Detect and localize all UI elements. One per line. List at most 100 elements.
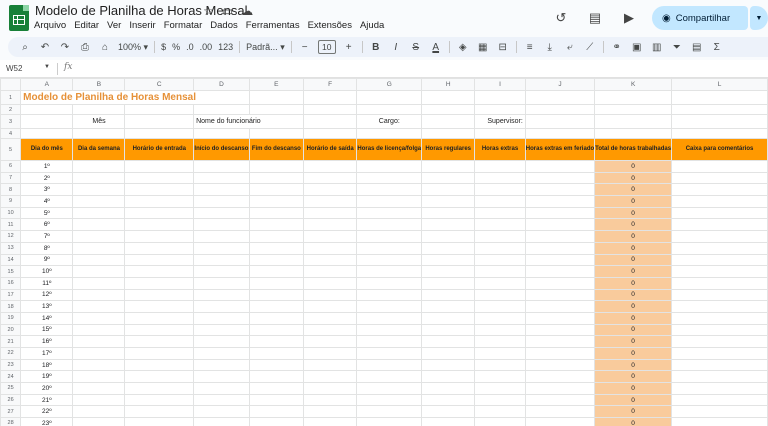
cell[interactable] <box>524 206 596 220</box>
cell[interactable] <box>671 104 768 115</box>
comment-cell[interactable] <box>671 160 768 173</box>
role-label[interactable]: Cargo: <box>356 114 423 129</box>
cell[interactable] <box>193 382 250 395</box>
cell[interactable] <box>193 323 250 337</box>
cell[interactable] <box>524 335 596 348</box>
cell[interactable] <box>124 265 195 278</box>
cell[interactable] <box>421 393 476 407</box>
cell[interactable] <box>20 104 74 115</box>
cell[interactable] <box>474 104 526 115</box>
comment-cell[interactable] <box>671 358 768 372</box>
cell[interactable] <box>193 265 250 278</box>
cell[interactable] <box>72 230 126 243</box>
cell[interactable] <box>421 382 476 395</box>
header-weekday[interactable]: Dia da semana <box>72 138 126 161</box>
cell[interactable] <box>302 230 358 243</box>
cell[interactable] <box>193 195 250 208</box>
day-cell[interactable]: 2º <box>20 171 74 185</box>
comments-icon[interactable]: ▤ <box>584 7 606 29</box>
cell[interactable] <box>474 128 526 139</box>
cell[interactable] <box>421 323 476 337</box>
search-menus-icon[interactable]: ⌕ <box>18 37 32 57</box>
cell[interactable] <box>594 114 673 129</box>
vertical-align-icon[interactable]: ⤓ <box>543 37 557 57</box>
row-header[interactable]: 18 <box>0 300 22 313</box>
cell[interactable] <box>124 370 195 384</box>
currency-button[interactable]: $ <box>161 37 166 57</box>
comment-cell[interactable] <box>671 276 768 290</box>
cell[interactable] <box>248 405 304 419</box>
cell[interactable] <box>124 171 195 185</box>
cell[interactable] <box>356 370 423 384</box>
cell[interactable] <box>248 300 304 313</box>
cell[interactable] <box>474 347 526 360</box>
header-holiday-overtime[interactable]: Horas extras em feriado <box>524 138 596 161</box>
comment-cell[interactable] <box>671 183 768 197</box>
cell[interactable] <box>356 195 423 208</box>
total-hours-cell[interactable]: 0 <box>594 311 673 325</box>
cell[interactable] <box>248 183 304 197</box>
cell[interactable] <box>72 323 126 337</box>
total-hours-cell[interactable]: 0 <box>594 300 673 313</box>
cell[interactable] <box>124 288 195 302</box>
cell[interactable] <box>524 358 596 372</box>
cell[interactable] <box>421 358 476 372</box>
cell[interactable] <box>124 405 195 419</box>
day-cell[interactable]: 13º <box>20 300 74 313</box>
cell[interactable] <box>248 90 304 105</box>
day-cell[interactable]: 11º <box>20 276 74 290</box>
cell[interactable] <box>193 335 250 348</box>
cell[interactable] <box>671 90 768 105</box>
cell[interactable] <box>248 288 304 302</box>
cell[interactable] <box>72 288 126 302</box>
total-hours-cell[interactable]: 0 <box>594 241 673 255</box>
merge-cells-icon[interactable]: ⊟ <box>496 37 510 57</box>
cell[interactable] <box>124 393 195 407</box>
total-hours-cell[interactable]: 0 <box>594 358 673 372</box>
comment-cell[interactable] <box>671 265 768 278</box>
total-hours-cell[interactable]: 0 <box>594 171 673 185</box>
cell[interactable] <box>302 405 358 419</box>
total-hours-cell[interactable]: 0 <box>594 276 673 290</box>
row-header[interactable]: 12 <box>0 230 22 243</box>
cell[interactable] <box>302 358 358 372</box>
total-hours-cell[interactable]: 0 <box>594 323 673 337</box>
comment-cell[interactable] <box>671 253 768 267</box>
name-box[interactable]: W52 <box>6 64 22 73</box>
cell[interactable] <box>72 218 126 232</box>
cell[interactable] <box>302 370 358 384</box>
cell[interactable] <box>302 288 358 302</box>
cell[interactable] <box>72 393 126 407</box>
cell[interactable] <box>356 393 423 407</box>
cell[interactable] <box>72 183 126 197</box>
cell[interactable] <box>474 300 526 313</box>
cell[interactable] <box>302 311 358 325</box>
cell[interactable] <box>193 311 250 325</box>
font-size-decrease-icon[interactable]: − <box>298 37 312 57</box>
cell[interactable] <box>524 230 596 243</box>
cell[interactable] <box>72 265 126 278</box>
total-hours-cell[interactable]: 0 <box>594 382 673 395</box>
cell[interactable] <box>421 311 476 325</box>
cell[interactable] <box>72 195 126 208</box>
cell[interactable] <box>124 382 195 395</box>
horizontal-align-icon[interactable]: ≡ <box>523 37 537 57</box>
cell[interactable] <box>248 382 304 395</box>
share-dropdown-button[interactable]: ▼ <box>750 6 768 30</box>
cell[interactable] <box>248 171 304 185</box>
row-header[interactable]: 9 <box>0 195 22 208</box>
cell[interactable] <box>124 160 195 173</box>
cell[interactable] <box>302 300 358 313</box>
cell[interactable] <box>302 128 358 139</box>
header-break-end[interactable]: Fim do descanso <box>248 138 304 161</box>
cell[interactable] <box>356 311 423 325</box>
cell[interactable] <box>356 90 423 105</box>
cell[interactable] <box>356 171 423 185</box>
menu-ver[interactable]: Ver <box>107 20 121 31</box>
row-header[interactable]: 5 <box>0 138 22 161</box>
cell[interactable] <box>356 183 423 197</box>
day-cell[interactable]: 5º <box>20 206 74 220</box>
menu-arquivo[interactable]: Arquivo <box>34 20 66 31</box>
menu-ferramentas[interactable]: Ferramentas <box>246 20 300 31</box>
row-header[interactable]: 23 <box>0 358 22 372</box>
